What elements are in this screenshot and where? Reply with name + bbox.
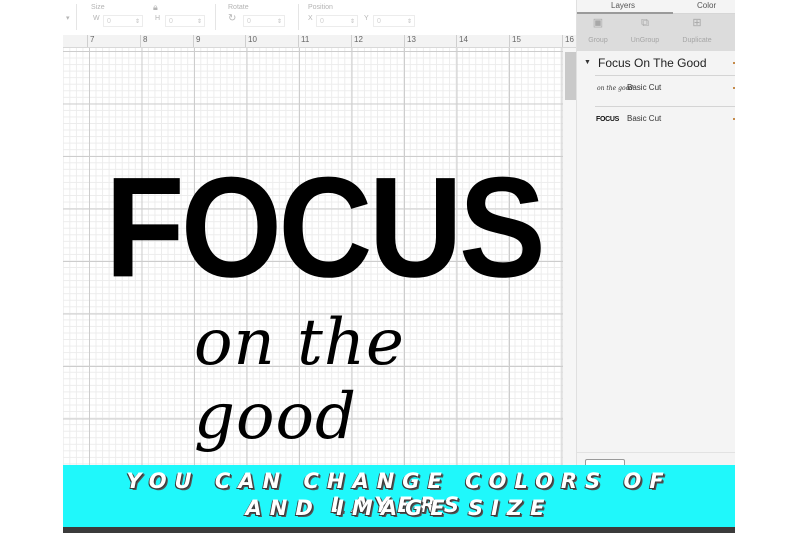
layer-row[interactable]: on the good Basic Cut [577,76,735,106]
tab-color-sync[interactable]: Color Sync [697,0,735,21]
dropdown-arrow-icon[interactable]: ▾ [66,14,70,22]
bottom-bar [63,527,735,533]
rotate-stepper-icon[interactable]: ⇕ [277,16,282,28]
width-input[interactable]: 0 ⇕ [103,15,143,27]
position-label: Position [308,4,333,11]
layers-panel: Layers Color Sync ▣ Group ⧉ UnGroup ⊞ Du… [576,0,735,473]
height-input[interactable]: 0 ⇕ [165,15,205,27]
panel-tabs: Layers Color Sync [577,0,735,21]
position-group: Position X 0 ⇕ Y 0 ⇕ [308,2,428,32]
ruler-mark: 10 [245,35,257,47]
row-menu-icon[interactable] [733,62,735,64]
toolbar-divider [215,4,216,30]
rotate-value: 0 [247,18,251,25]
script-layer[interactable]: on the good [194,306,529,454]
ruler-mark: 7 [87,35,94,47]
duplicate-icon: ⊞ [692,17,702,29]
x-value: 0 [320,18,324,25]
edit-toolbar: ▾ Size W 0 ⇕ 🔒︎ H 0 ⇕ Rotate ↻ 0 ⇕ Posit… [63,0,576,36]
layer-row[interactable]: FOCUS Basic Cut [577,107,735,137]
layer-label: Basic Cut [627,114,662,123]
width-label: W [93,15,100,22]
ungroup-button[interactable]: ⧉ UnGroup [621,16,669,44]
row-menu-icon[interactable] [733,87,735,89]
banner-line-2: AND IMAGE SIZE [245,496,553,520]
group-label: Group [588,37,608,44]
design-space-window: ▾ Size W 0 ⇕ 🔒︎ H 0 ⇕ Rotate ↻ 0 ⇕ Posit… [63,0,735,533]
x-position-input[interactable]: 0 ⇕ [316,15,358,27]
duplicate-button[interactable]: ⊞ Duplicate [673,16,721,44]
divider [577,452,735,453]
ruler-mark: 9 [193,35,200,47]
rotate-input[interactable]: 0 ⇕ [243,15,285,27]
group-title: Focus On The Good [598,56,707,70]
size-group: Size W 0 ⇕ 🔒︎ H 0 ⇕ [91,2,211,32]
height-stepper-icon[interactable]: ⇕ [197,16,202,28]
x-label: X [308,15,313,22]
height-label: H [155,15,161,22]
lock-icon[interactable]: 🔒︎ [153,2,158,13]
rotate-icon: ↻ [228,13,237,24]
ruler-mark: 11 [298,35,309,47]
height-value: 0 [169,18,173,25]
rotate-group: Rotate ↻ 0 ⇕ [228,2,298,32]
layer-group-row[interactable]: ▼ Focus On The Good [577,51,735,75]
ungroup-label: UnGroup [630,37,660,44]
promo-banner: YOU CAN CHANGE COLORS OF LAYERS AND IMAG… [63,465,735,527]
horizontal-ruler: 7 8 9 10 11 12 13 14 15 16 [63,35,576,48]
width-stepper-icon[interactable]: ⇕ [135,16,140,28]
width-value: 0 [107,18,111,25]
layer-actions: ▣ Group ⧉ UnGroup ⊞ Duplicate [577,14,735,51]
design-canvas[interactable]: FOCUS on the good [63,48,576,468]
y-position-input[interactable]: 0 ⇕ [373,15,415,27]
ruler-mark: 14 [456,35,468,47]
size-label: Size [91,4,105,11]
ruler-mark: 15 [509,35,521,47]
canvas-scrollbar[interactable] [563,48,576,468]
focus-on-the-good-artwork[interactable]: FOCUS on the good [99,155,546,456]
focus-headline-layer[interactable]: FOCUS [105,155,546,299]
layer-label: Basic Cut [627,83,662,92]
rotate-label: Rotate [228,4,249,11]
ungroup-icon: ⧉ [641,17,649,29]
ruler-mark: 12 [351,35,363,47]
ruler-mark: 13 [404,35,416,47]
group-button[interactable]: ▣ Group [574,16,622,44]
x-stepper-icon[interactable]: ⇕ [350,16,355,28]
y-label: Y [364,15,369,22]
row-menu-icon[interactable] [733,118,735,120]
toolbar-divider [298,4,299,30]
toolbar-divider [76,4,77,30]
tab-layers[interactable]: Layers [611,0,635,12]
ruler-mark: 16 [562,35,574,47]
duplicate-label: Duplicate [682,37,712,44]
group-icon: ▣ [592,17,604,29]
scrollbar-thumb[interactable] [565,52,576,100]
y-stepper-icon[interactable]: ⇕ [407,16,412,28]
ruler-mark: 8 [140,35,147,47]
collapse-caret-icon[interactable]: ▼ [584,59,591,66]
layer-thumbnail: FOCUS [596,116,620,123]
y-value: 0 [377,18,381,25]
